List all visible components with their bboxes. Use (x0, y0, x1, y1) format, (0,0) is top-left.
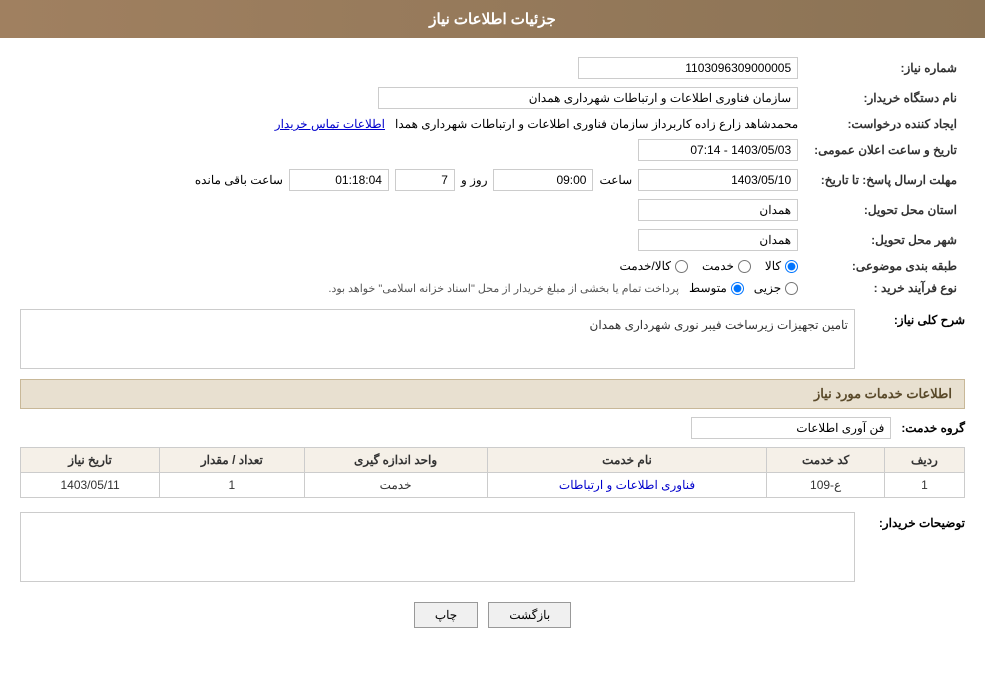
buyer-org-box: سازمان فناوری اطلاعات و ارتباطات شهرداری… (378, 87, 798, 109)
announcement-label: تاریخ و ساعت اعلان عمومی: (806, 135, 965, 165)
province-row: استان محل تحویل: همدان (20, 195, 965, 225)
process-motawaset-radio[interactable] (731, 282, 744, 295)
cell-unit: خدمت (304, 473, 487, 498)
service-group-box: فن آوری اطلاعات (691, 417, 891, 439)
reply-remaining-box: 01:18:04 (289, 169, 389, 191)
cell-row-num: 1 (884, 473, 964, 498)
need-desc-text: تامین تجهیزات زیرساخت فیبر نوری شهرداری … (590, 318, 848, 332)
category-kala-radio[interactable] (785, 260, 798, 273)
process-note: پرداخت تمام یا بخشی از مبلغ خریدار از مح… (328, 282, 679, 295)
reply-deadline-value: 1403/05/10 ساعت 09:00 روز و 7 01:18:04 س… (20, 165, 806, 195)
province-label: استان محل تحویل: (806, 195, 965, 225)
requester-row: ایجاد کننده درخواست: محمدشاهد زارع زاده … (20, 113, 965, 135)
cell-date: 1403/05/11 (21, 473, 160, 498)
process-jozi-radio[interactable] (785, 282, 798, 295)
table-row: 1 ع-109 فناوری اطلاعات و ارتباطات خدمت 1… (21, 473, 965, 498)
col-row-num: ردیف (884, 448, 964, 473)
city-value: همدان (20, 225, 806, 255)
need-number-value: 1103096309000005 (20, 53, 806, 83)
city-row: شهر محل تحویل: همدان (20, 225, 965, 255)
need-number-row: شماره نیاز: 1103096309000005 (20, 53, 965, 83)
requester-label: ایجاد کننده درخواست: (806, 113, 965, 135)
buyer-desc-label: توضیحات خریدار: (865, 512, 965, 530)
reply-date-box: 1403/05/10 (638, 169, 798, 191)
reply-time-box: 09:00 (493, 169, 593, 191)
reply-days-box: 7 (395, 169, 455, 191)
province-box: همدان (638, 199, 798, 221)
category-row: طبقه بندی موضوعی: کالا خدمت (20, 255, 965, 277)
service-group-row: گروه خدمت: فن آوری اطلاعات (20, 417, 965, 439)
page-wrapper: جزئیات اطلاعات نیاز شماره نیاز: 11030963… (0, 0, 985, 691)
service-group-label: گروه خدمت: (901, 421, 965, 435)
reply-deadline-label: مهلت ارسال پاسخ: تا تاریخ: (806, 165, 965, 195)
category-khedmat-text: خدمت (702, 259, 734, 273)
services-table: ردیف کد خدمت نام خدمت واحد اندازه گیری ت… (20, 447, 965, 498)
process-type-label: نوع فرآیند خرید : (806, 277, 965, 299)
need-desc-label: شرح کلی نیاز: (865, 309, 965, 327)
requester-link[interactable]: اطلاعات تماس خریدار (275, 117, 385, 131)
category-both-label[interactable]: کالا/خدمت (620, 259, 688, 273)
category-both-text: کالا/خدمت (620, 259, 671, 273)
col-service-name: نام خدمت (487, 448, 767, 473)
announcement-row: تاریخ و ساعت اعلان عمومی: 1403/05/03 - 0… (20, 135, 965, 165)
services-table-header: ردیف کد خدمت نام خدمت واحد اندازه گیری ت… (21, 448, 965, 473)
cell-quantity: 1 (160, 473, 304, 498)
category-both-radio[interactable] (675, 260, 688, 273)
category-kala-text: کالا (765, 259, 781, 273)
city-box: همدان (638, 229, 798, 251)
buyer-org-row: نام دستگاه خریدار: سازمان فناوری اطلاعات… (20, 83, 965, 113)
process-jozi-text: جزیی (754, 281, 781, 295)
category-value: کالا خدمت کالا/خدمت (20, 255, 806, 277)
buyer-desc-section: توضیحات خریدار: (20, 512, 965, 582)
province-value: همدان (20, 195, 806, 225)
requester-value: محمدشاهد زارع زاده کاربرداز سازمان فناور… (20, 113, 806, 135)
buyer-org-value: سازمان فناوری اطلاعات و ارتباطات شهرداری… (20, 83, 806, 113)
bottom-buttons: بازگشت چاپ (20, 602, 965, 628)
back-button[interactable]: بازگشت (488, 602, 571, 628)
process-jozi-label[interactable]: جزیی (754, 281, 798, 295)
print-button[interactable]: چاپ (414, 602, 478, 628)
services-section-title: اطلاعات خدمات مورد نیاز (20, 379, 965, 409)
cell-service-name: فناوری اطلاعات و ارتباطات (487, 473, 767, 498)
city-label: شهر محل تحویل: (806, 225, 965, 255)
reply-deadline-row: مهلت ارسال پاسخ: تا تاریخ: 1403/05/10 سا… (20, 165, 965, 195)
content-area: شماره نیاز: 1103096309000005 نام دستگاه … (0, 38, 985, 663)
col-date: تاریخ نیاز (21, 448, 160, 473)
col-service-code: کد خدمت (767, 448, 884, 473)
col-unit: واحد اندازه گیری (304, 448, 487, 473)
col-quantity: تعداد / مقدار (160, 448, 304, 473)
need-desc-box: تامین تجهیزات زیرساخت فیبر نوری شهرداری … (20, 309, 855, 369)
reply-days-label: روز و (461, 173, 488, 187)
page-header: جزئیات اطلاعات نیاز (0, 0, 985, 38)
category-khedmat-label[interactable]: خدمت (702, 259, 751, 273)
reply-time-label: ساعت (599, 173, 632, 187)
requester-text: محمدشاهد زارع زاده کاربرداز سازمان فناور… (395, 117, 798, 131)
buyer-desc-box (20, 512, 855, 582)
page-title: جزئیات اطلاعات نیاز (429, 11, 556, 28)
announcement-value: 1403/05/03 - 07:14 (20, 135, 806, 165)
services-table-body: 1 ع-109 فناوری اطلاعات و ارتباطات خدمت 1… (21, 473, 965, 498)
category-khedmat-radio[interactable] (738, 260, 751, 273)
process-motawaset-label[interactable]: متوسط (689, 281, 744, 295)
process-type-row: نوع فرآیند خرید : جزیی متوسط پرداخت تمام… (20, 277, 965, 299)
reply-remaining-label: ساعت باقی مانده (195, 173, 283, 187)
info-table: شماره نیاز: 1103096309000005 نام دستگاه … (20, 53, 965, 299)
services-header-row: ردیف کد خدمت نام خدمت واحد اندازه گیری ت… (21, 448, 965, 473)
need-number-label: شماره نیاز: (806, 53, 965, 83)
buyer-org-label: نام دستگاه خریدار: (806, 83, 965, 113)
category-radio-group: کالا خدمت کالا/خدمت (28, 259, 798, 273)
process-motawaset-text: متوسط (689, 281, 727, 295)
need-desc-section: شرح کلی نیاز: تامین تجهیزات زیرساخت فیبر… (20, 309, 965, 369)
process-type-value: جزیی متوسط پرداخت تمام یا بخشی از مبلغ خ… (20, 277, 806, 299)
cell-service-code: ع-109 (767, 473, 884, 498)
need-number-box: 1103096309000005 (578, 57, 798, 79)
announcement-box: 1403/05/03 - 07:14 (638, 139, 798, 161)
category-label: طبقه بندی موضوعی: (806, 255, 965, 277)
category-kala-label[interactable]: کالا (765, 259, 798, 273)
